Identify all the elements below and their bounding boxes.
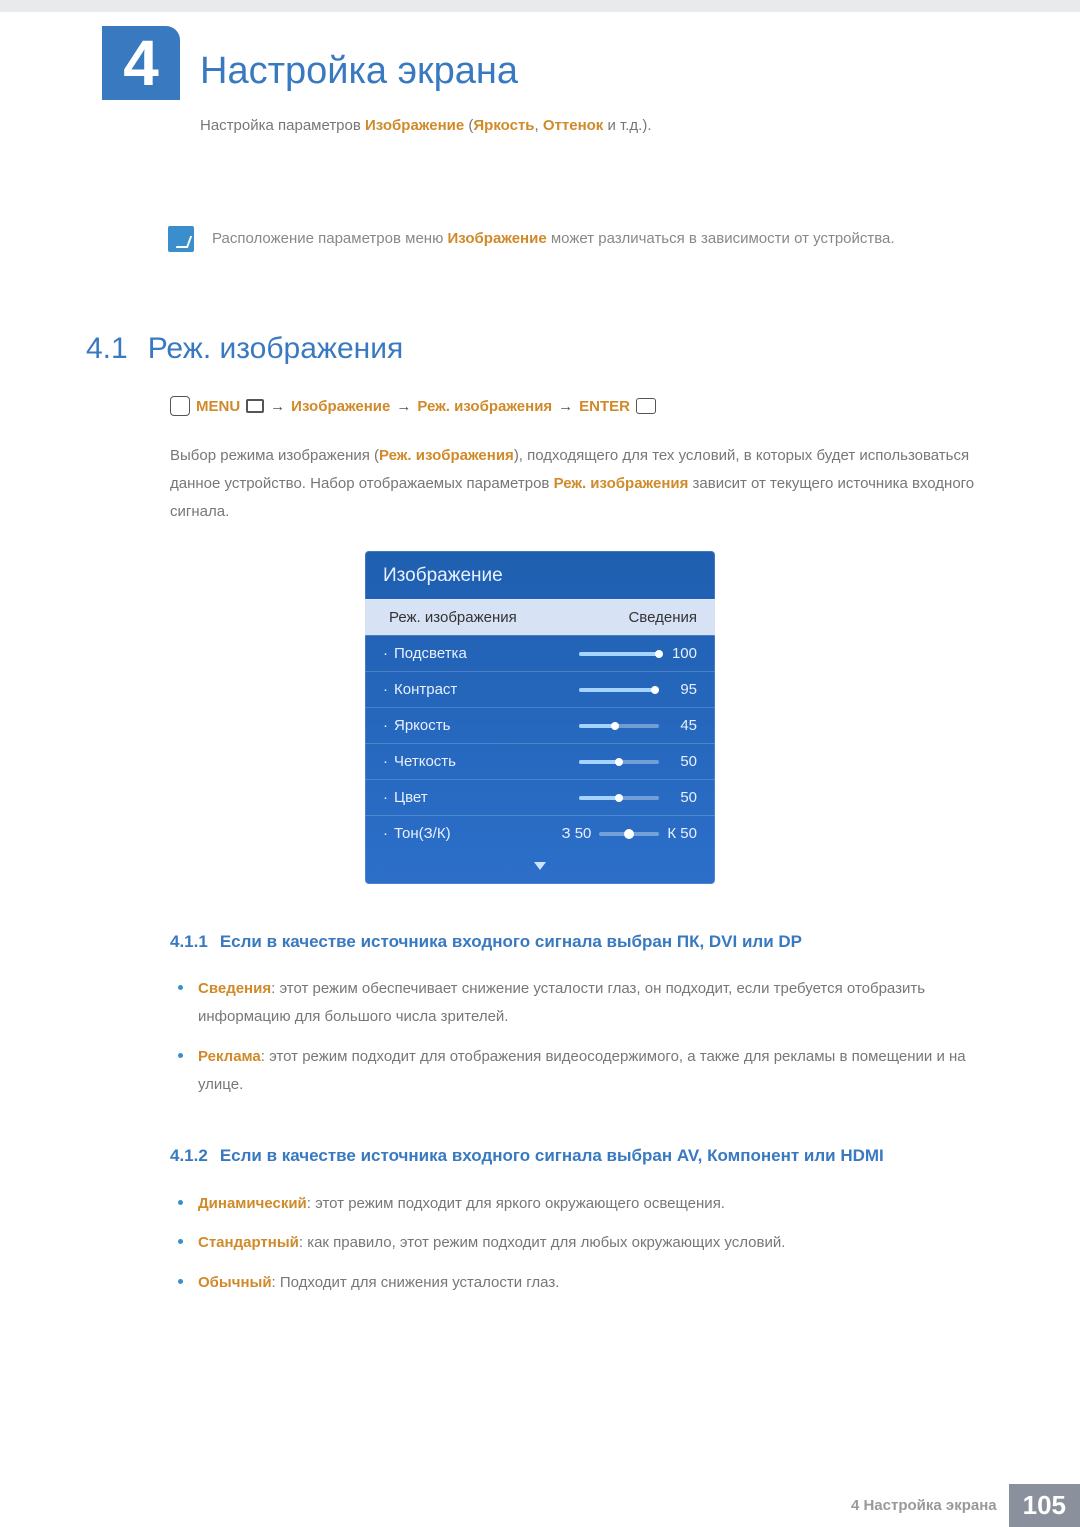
osd-title: Изображение (365, 551, 715, 599)
list-item: Реклама: этот режим подходит для отображ… (170, 1043, 990, 1099)
arrow-icon: → (270, 398, 285, 415)
list-item: Динамический: этот режим подходит для яр… (170, 1190, 990, 1218)
subsection-title: Если в качестве источника входного сигна… (220, 1146, 884, 1165)
osd-row-value: Сведения (628, 609, 697, 626)
chapter-subtitle: Настройка параметров Изображение (Яркост… (200, 117, 1080, 134)
text: , (535, 117, 543, 134)
text: Настройка параметров (200, 117, 365, 134)
osd-row: Яркость 45 (365, 707, 715, 743)
subsection-heading: 4.1.2 Если в качестве источника входного … (170, 1142, 990, 1169)
highlight: Яркость (473, 117, 534, 134)
highlight: Сведения (198, 980, 271, 997)
text: : этот режим подходит для отображения ви… (198, 1048, 966, 1093)
hand-icon (170, 396, 190, 416)
arrow-icon: → (558, 398, 573, 415)
highlight: Оттенок (543, 117, 603, 134)
menu-icon (246, 399, 264, 413)
top-bar (0, 0, 1080, 12)
menu-label: MENU (196, 398, 240, 415)
osd-row-label: Подсветка (383, 645, 467, 662)
text: ( (464, 117, 473, 134)
footer-label: 4 Настройка экрана (851, 1497, 1009, 1514)
highlight: Реклама (198, 1048, 261, 1065)
footer-page-number: 105 (1009, 1484, 1080, 1527)
osd-row: Цвет 50 (365, 779, 715, 815)
subsection-number: 4.1.1 (170, 932, 208, 951)
osd-row: Подсветка 100 (365, 635, 715, 671)
osd-menu: Изображение Реж. изображения Сведения По… (365, 551, 715, 884)
text: : как правило, этот режим подходит для л… (299, 1234, 786, 1251)
highlight: Реж. изображения (379, 447, 514, 464)
text: и т.д.). (603, 117, 651, 134)
osd-row-value: 50 (669, 753, 697, 770)
osd-row-label: Четкость (383, 753, 456, 770)
osd-row-mode: Реж. изображения Сведения (365, 599, 715, 635)
page-footer: 4 Настройка экрана 105 (851, 1484, 1080, 1527)
chapter-title: Настройка экрана (200, 50, 1080, 93)
osd-row: Контраст 95 (365, 671, 715, 707)
chevron-down-icon (534, 862, 546, 870)
section-title: Реж. изображения (148, 332, 404, 366)
highlight: Изображение (447, 230, 546, 247)
list-item: Обычный: Подходит для снижения усталости… (170, 1269, 990, 1297)
path-item: Реж. изображения (417, 398, 552, 415)
slider (579, 796, 659, 800)
osd-row-tint: Тон(З/К) З 50 К 50 (365, 815, 715, 851)
subsection-heading: 4.1.1 Если в качестве источника входного … (170, 928, 990, 955)
highlight: Обычный (198, 1274, 272, 1291)
osd-row: Четкость 50 (365, 743, 715, 779)
highlight: Изображение (365, 117, 464, 134)
note-text: Расположение параметров меню Изображение… (212, 226, 895, 252)
text: Выбор режима изображения ( (170, 447, 379, 464)
tint-left: З 50 (561, 825, 591, 842)
osd-row-label: Контраст (383, 681, 457, 698)
osd-row-label: Цвет (383, 789, 428, 806)
tint-slider (599, 832, 659, 836)
osd-row-value: 50 (669, 789, 697, 806)
section-paragraph: Выбор режима изображения (Реж. изображен… (170, 442, 990, 525)
text: : этот режим подходит для яркого окружаю… (307, 1195, 725, 1212)
osd-row-value: 100 (669, 645, 697, 662)
osd-row-label: Тон(З/К) (383, 825, 451, 842)
slider (579, 760, 659, 764)
chapter-badge: 4 (102, 26, 180, 100)
osd-row-label: Яркость (383, 717, 450, 734)
highlight: Стандартный (198, 1234, 299, 1251)
section-number: 4.1 (86, 332, 128, 366)
tint-right: К 50 (667, 825, 697, 842)
slider (579, 652, 659, 656)
text: : этот режим обеспечивает снижение устал… (198, 980, 925, 1025)
highlight: Динамический (198, 1195, 307, 1212)
text: : Подходит для снижения усталости глаз. (272, 1274, 560, 1291)
subsection-title: Если в качестве источника входного сигна… (220, 932, 802, 951)
enter-label: ENTER (579, 398, 630, 415)
osd-row-label: Реж. изображения (383, 609, 517, 626)
list-item: Стандартный: как правило, этот режим под… (170, 1229, 990, 1257)
subsection-number: 4.1.2 (170, 1146, 208, 1165)
path-item: Изображение (291, 398, 390, 415)
osd-row-value: 95 (669, 681, 697, 698)
osd-row-value: 45 (669, 717, 697, 734)
menu-path: MENU → Изображение → Реж. изображения → … (170, 396, 1080, 416)
highlight: Реж. изображения (554, 475, 689, 492)
text: может различаться в зависимости от устро… (547, 230, 895, 247)
list-item: Сведения: этот режим обеспечивает снижен… (170, 975, 990, 1031)
arrow-icon: → (396, 398, 411, 415)
slider (579, 688, 659, 692)
note-icon (168, 226, 194, 252)
slider (579, 724, 659, 728)
osd-scroll-down (365, 851, 715, 884)
text: Расположение параметров меню (212, 230, 447, 247)
enter-icon (636, 398, 656, 414)
